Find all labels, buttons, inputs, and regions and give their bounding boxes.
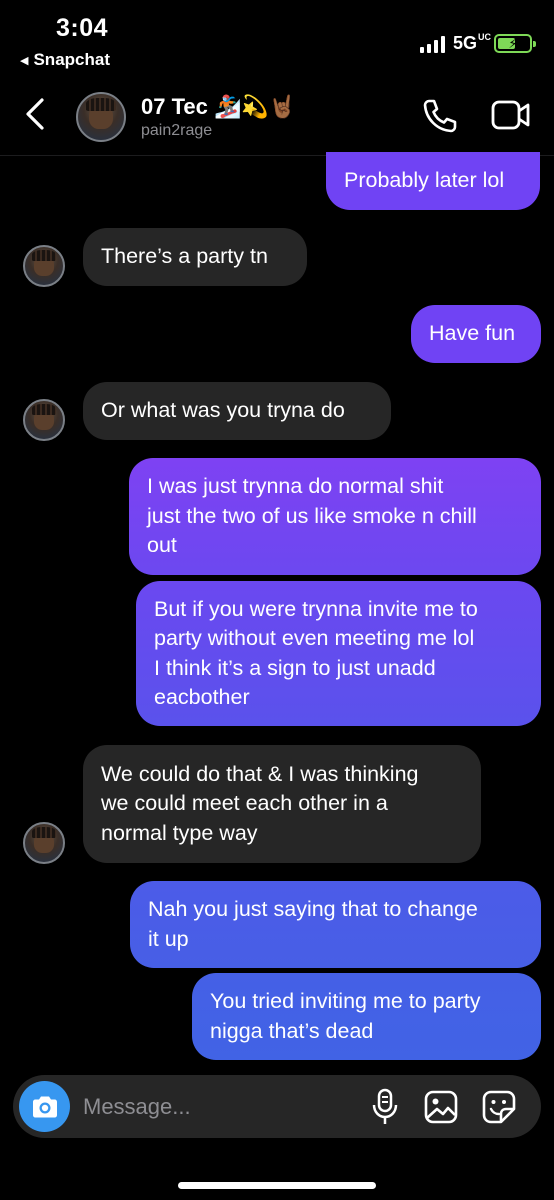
contact-avatar[interactable]	[76, 92, 126, 142]
microphone-icon[interactable]	[371, 1087, 399, 1127]
message-text: Or what was you tryna do	[101, 398, 345, 423]
message-text: But if you were trynna invite me to part…	[154, 596, 478, 710]
message-text: I was just trynna do normal shit just th…	[147, 474, 477, 558]
message-text: Have fun	[429, 321, 516, 346]
home-indicator[interactable]	[178, 1182, 376, 1189]
message-bubble-incoming[interactable]: We could do that & I was thinking we cou…	[83, 745, 481, 863]
back-to-app-link[interactable]: ◀ Snapchat	[20, 50, 110, 70]
phone-icon[interactable]	[420, 96, 460, 136]
chat-header: 07 Tec 🏂💫🤘🏾 pain2rage	[0, 80, 554, 156]
network-label: 5GUC	[452, 32, 491, 54]
message-composer	[13, 1075, 541, 1138]
back-triangle-icon: ◀	[20, 54, 29, 67]
network-suffix: UC	[478, 32, 491, 42]
status-indicators: 5GUC ⚡	[419, 32, 536, 54]
status-time: 3:04	[56, 14, 109, 42]
message-bubble-outgoing[interactable]: You tried inviting me to party nigga tha…	[192, 973, 541, 1060]
message-bubble-outgoing[interactable]: I was just trynna do normal shit just th…	[129, 458, 541, 575]
back-app-label: Snapchat	[33, 50, 110, 69]
message-bubble-incoming[interactable]: Or what was you tryna do	[83, 382, 391, 440]
network-type: 5G	[452, 33, 477, 53]
message-text: There’s a party tn	[101, 244, 268, 269]
contact-avatar-small[interactable]	[23, 245, 65, 287]
message-bubble-incoming[interactable]: There’s a party tn	[83, 228, 307, 286]
contact-name[interactable]: 07 Tec 🏂💫🤘🏾	[141, 94, 296, 120]
message-input[interactable]	[83, 1075, 353, 1138]
signal-icon	[419, 35, 445, 53]
message-bubble-outgoing[interactable]: Nah you just saying that to change it up	[130, 881, 541, 968]
chevron-left-icon[interactable]	[22, 94, 50, 134]
charging-bolt-icon: ⚡	[508, 35, 518, 51]
message-bubble-outgoing[interactable]: But if you were trynna invite me to part…	[136, 581, 541, 726]
message-text: Nah you just saying that to change it up	[148, 897, 478, 951]
message-text: We could do that & I was thinking we cou…	[101, 761, 419, 845]
message-text: You tried inviting me to party nigga tha…	[210, 989, 481, 1043]
battery-icon: ⚡	[494, 34, 536, 53]
message-bubble-outgoing[interactable]: Have fun	[411, 305, 541, 363]
contact-avatar-small[interactable]	[23, 822, 65, 864]
contact-username[interactable]: pain2rage	[141, 122, 212, 140]
video-camera-icon[interactable]	[490, 98, 532, 132]
sticker-icon[interactable]	[481, 1089, 517, 1125]
message-text: Probably later lol	[344, 168, 505, 193]
gallery-icon[interactable]	[423, 1089, 459, 1125]
camera-button[interactable]	[19, 1081, 70, 1132]
camera-icon	[32, 1096, 57, 1117]
message-bubble-outgoing[interactable]: Probably later lol	[326, 152, 540, 210]
contact-avatar-small[interactable]	[23, 399, 65, 441]
